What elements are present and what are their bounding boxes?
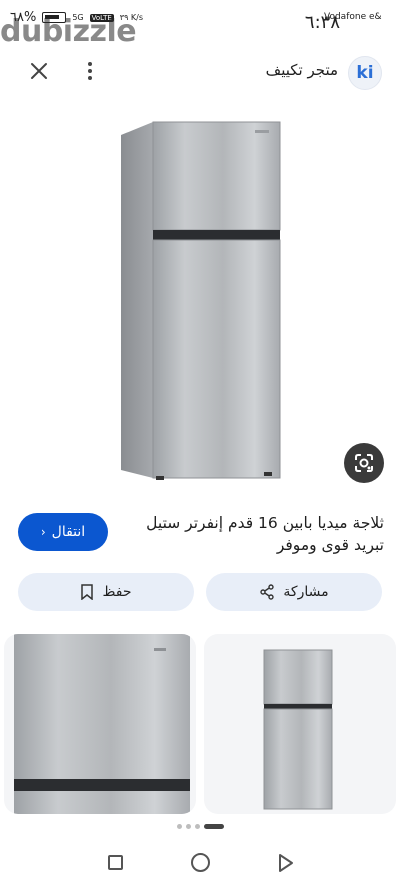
refrigerator-front-image — [263, 649, 333, 810]
save-button[interactable]: حفظ — [18, 573, 194, 611]
carousel-dot — [185, 824, 191, 829]
dubizzle-watermark: dubizzle — [0, 14, 137, 49]
header: متجر تكييف ki — [0, 48, 400, 96]
carousel-dot — [176, 824, 182, 829]
chevron-left-icon: ‹ — [40, 525, 46, 539]
refrigerator-closeup-image — [14, 634, 190, 814]
refrigerator-image — [121, 121, 281, 480]
google-lens-button[interactable] — [344, 443, 384, 483]
recents-button[interactable] — [108, 855, 123, 870]
carrier-name: Vodafone e& — [324, 12, 382, 22]
home-button[interactable] — [191, 853, 210, 872]
carousel-dot — [194, 824, 200, 829]
visit-button[interactable]: انتقال ‹ — [18, 513, 108, 551]
share-icon — [260, 584, 275, 600]
more-dot-icon — [88, 76, 92, 80]
site-name[interactable]: متجر تكييف — [266, 61, 338, 79]
system-nav-bar — [0, 846, 400, 884]
more-options-button[interactable] — [80, 58, 100, 84]
more-dot-icon — [88, 62, 92, 66]
share-button[interactable]: مشاركة — [206, 573, 382, 611]
more-dot-icon — [88, 69, 92, 73]
related-image-closeup[interactable] — [4, 634, 196, 814]
carousel-dot-active — [203, 824, 224, 829]
bookmark-icon — [81, 584, 94, 600]
share-label: مشاركة — [283, 584, 329, 600]
lens-icon — [355, 454, 373, 472]
close-button[interactable] — [26, 58, 52, 84]
close-icon — [31, 63, 47, 79]
product-image[interactable] — [0, 100, 400, 500]
save-label: حفظ — [102, 584, 132, 600]
back-button[interactable] — [278, 853, 294, 873]
status-bar: ٦٨% 5G VoLTE ٣٩ K/s dubizzle ٦:٣٨ Vodafo… — [0, 0, 400, 49]
product-title[interactable]: ثلاجة ميديا بابين 16 قدم إنفرتر ستيل تبر… — [129, 512, 384, 556]
site-logo[interactable]: ki — [348, 56, 382, 90]
carousel-indicator — [0, 824, 400, 829]
visit-label: انتقال — [51, 524, 86, 540]
related-image-front[interactable] — [204, 634, 396, 814]
